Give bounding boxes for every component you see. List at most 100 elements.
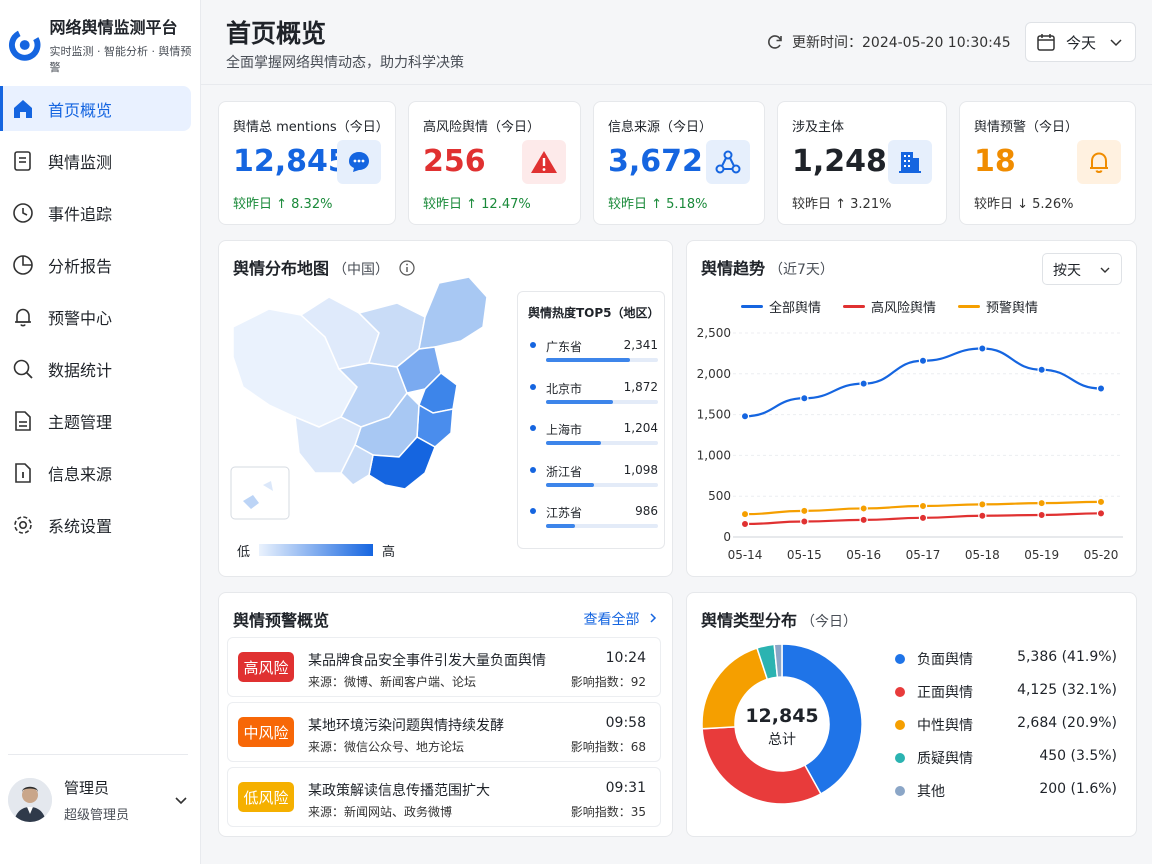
home-icon bbox=[12, 98, 34, 120]
sidebar-item-label: 数据统计 bbox=[48, 360, 113, 380]
sidebar-item-alerts[interactable]: 预警中心 bbox=[0, 294, 193, 339]
top5-bar-fill bbox=[546, 524, 576, 528]
x-tick-label: 05-17 bbox=[906, 548, 941, 562]
series-point bbox=[978, 344, 987, 353]
map-legend-high: 高 bbox=[382, 545, 396, 560]
view-all-label: 查看全部 bbox=[583, 612, 640, 628]
type-value: 2,684 (20.9%) bbox=[1017, 715, 1117, 731]
user-menu[interactable]: 管理员 超级管理员 bbox=[8, 772, 188, 828]
alert-row[interactable]: 低风险 某政策解读信息传播范围扩大 来源：新闻网站、政务微博 09:31 影响指… bbox=[227, 767, 661, 827]
sidebar-divider bbox=[8, 754, 188, 755]
map-scope: （中国） bbox=[333, 262, 390, 278]
stat-card[interactable]: 高风险舆情（今日） 256 较昨日 ↑ 12.47% bbox=[408, 101, 581, 225]
sidebar-item-tracking[interactable]: 事件追踪 bbox=[0, 190, 193, 235]
type-legend-row[interactable]: 中性舆情 2,684 (20.9%) bbox=[895, 715, 1117, 735]
trend-line-chart[interactable]: 0 500 1,000 1,500 2,000 2,500 05-14 05-15 05-16 0… bbox=[687, 241, 1138, 578]
brand[interactable]: 网络舆情监测平台 实时监测 · 智能分析 · 舆情预警 bbox=[8, 14, 200, 75]
user-role: 超级管理员 bbox=[64, 808, 130, 823]
china-heat-map[interactable] bbox=[229, 277, 499, 522]
type-legend-row[interactable]: 正面舆情 4,125 (32.1%) bbox=[895, 682, 1117, 702]
type-color-dot bbox=[895, 687, 905, 697]
chevron-down-icon[interactable] bbox=[174, 793, 188, 807]
avatar[interactable] bbox=[8, 778, 52, 822]
y-tick-label: 0 bbox=[723, 530, 731, 544]
pie-chart-icon bbox=[12, 254, 34, 276]
risk-level-badge: 中风险 bbox=[238, 717, 294, 747]
sidebar-item-statistics[interactable]: 数据统计 bbox=[0, 346, 193, 391]
alert-source: 来源：微信公众号、地方论坛 bbox=[308, 740, 465, 754]
brand-logo-icon bbox=[8, 28, 41, 61]
alert-time: 09:58 bbox=[605, 715, 646, 731]
donut-center: 12,845 总计 bbox=[727, 705, 837, 749]
alert-row[interactable]: 中风险 某地环境污染问题舆情持续发酵 来源：微信公众号、地方论坛 09:58 影… bbox=[227, 702, 661, 762]
alert-row[interactable]: 高风险 某品牌食品安全事件引发大量负面舆情 来源：微博、新闻客户端、论坛 10:… bbox=[227, 637, 661, 697]
sidebar-item-home[interactable]: 首页概览 bbox=[0, 86, 191, 131]
alert-time: 10:24 bbox=[605, 650, 646, 666]
top5-bar-fill bbox=[546, 358, 630, 362]
date-range-select[interactable]: 今天 bbox=[1025, 22, 1136, 62]
update-time: 更新时间：2024-05-20 10:30:45 bbox=[766, 32, 1011, 52]
top5-regions: 舆情热度TOP5（地区） 广东省 2,341 北京市 1,872 上海市 1,2… bbox=[517, 291, 665, 549]
top5-row[interactable]: 上海市 1,204 bbox=[528, 421, 658, 451]
top5-region-name: 上海市 bbox=[546, 423, 583, 437]
map-title: 舆情分布地图 （中国） bbox=[233, 255, 415, 279]
top5-row[interactable]: 广东省 2,341 bbox=[528, 338, 658, 368]
series-point bbox=[978, 511, 987, 520]
type-name: 其他 bbox=[917, 784, 945, 800]
search-icon bbox=[12, 358, 34, 380]
info-icon[interactable] bbox=[398, 260, 415, 276]
sidebar-item-sources[interactable]: 信息来源 bbox=[0, 450, 193, 495]
chevron-right-icon bbox=[650, 613, 657, 623]
stat-card[interactable]: 涉及主体 1,248 较昨日 ↑ 3.21% bbox=[777, 101, 947, 225]
type-name: 负面舆情 bbox=[917, 652, 973, 668]
top5-bullet bbox=[530, 508, 536, 514]
type-legend-row[interactable]: 其他 200 (1.6%) bbox=[895, 781, 1117, 801]
header-divider bbox=[201, 84, 1152, 85]
map-panel: 舆情分布地图 （中国） 低 高 舆情热度TOP5（地区） 广东省 2,341 北京… bbox=[218, 240, 673, 577]
stat-delta: 较昨日 ↑ 3.21% bbox=[792, 197, 892, 212]
stat-value: 18 bbox=[974, 144, 1016, 179]
type-legend-row[interactable]: 质疑舆情 450 (3.5%) bbox=[895, 748, 1117, 768]
top5-bar-track bbox=[546, 358, 658, 362]
stat-delta: 较昨日 ↑ 5.18% bbox=[608, 197, 708, 212]
brand-title: 网络舆情监测平台 bbox=[49, 18, 178, 37]
type-legend-row[interactable]: 负面舆情 5,386 (41.9%) bbox=[895, 649, 1117, 669]
top5-region-value: 2,341 bbox=[623, 338, 658, 352]
sidebar-item-topics[interactable]: 主题管理 bbox=[0, 398, 193, 443]
trend-panel: 舆情趋势 （近7天） 按天 全部舆情 高风险舆情 预警舆情 0 500 1,000 1,50… bbox=[686, 240, 1137, 577]
view-all-link[interactable]: 查看全部 bbox=[584, 609, 658, 629]
y-tick-label: 2,500 bbox=[697, 326, 731, 340]
top5-bullet bbox=[530, 342, 536, 348]
top5-row[interactable]: 北京市 1,872 bbox=[528, 380, 658, 410]
top5-row[interactable]: 江苏省 986 bbox=[528, 504, 658, 534]
series-point bbox=[859, 379, 868, 388]
types-title-text: 舆情类型分布 bbox=[701, 611, 798, 630]
series-point bbox=[740, 509, 750, 519]
alert-time: 09:31 bbox=[605, 780, 646, 796]
donut-total: 12,845 bbox=[745, 705, 819, 727]
refresh-icon[interactable] bbox=[766, 33, 784, 51]
stat-card[interactable]: 信息来源（今日） 3,672 较昨日 ↑ 5.18% bbox=[593, 101, 765, 225]
top5-region-value: 1,098 bbox=[623, 462, 658, 477]
sidebar-item-monitor[interactable]: 舆情监测 bbox=[0, 138, 193, 183]
donut-total-label: 总计 bbox=[768, 732, 796, 748]
stat-card[interactable]: 舆情预警（今日） 18 较昨日 ↓ 5.26% bbox=[959, 101, 1136, 225]
stat-label: 涉及主体 bbox=[792, 120, 845, 135]
stat-card[interactable]: 舆情总 mentions（今日） 12,845 较昨日 ↑ 8.32% bbox=[218, 101, 396, 225]
chat-bubble-icon bbox=[337, 140, 381, 184]
bell-icon bbox=[12, 306, 34, 328]
top5-row[interactable]: 浙江省 1,098 bbox=[528, 463, 658, 493]
map-inset-south-sea bbox=[230, 466, 290, 520]
x-tick-label: 05-19 bbox=[1024, 548, 1059, 562]
risk-level-badge: 低风险 bbox=[238, 782, 294, 812]
series-point bbox=[1096, 384, 1106, 393]
top5-bullet bbox=[530, 466, 536, 473]
update-time-label: 更新时间：2024-05-20 10:30:45 bbox=[792, 35, 1011, 51]
sidebar-item-settings[interactable]: 系统设置 bbox=[0, 502, 193, 547]
series-point bbox=[1037, 365, 1046, 374]
alert-source: 来源：新闻网站、政务微博 bbox=[308, 805, 453, 819]
type-color-dot bbox=[895, 753, 905, 763]
sidebar-nav: 首页概览 舆情监测 事件追踪 分析报告 预警中心 数据统计 主题管理 信息来源 bbox=[0, 86, 201, 554]
sidebar-item-reports[interactable]: 分析报告 bbox=[0, 242, 193, 287]
type-name: 中性舆情 bbox=[917, 718, 973, 734]
